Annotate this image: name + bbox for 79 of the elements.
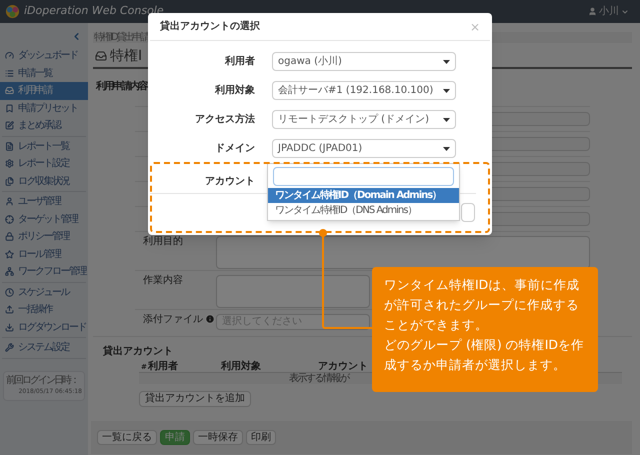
- caret-icon: [621, 8, 629, 16]
- bookmark-icon: [5, 104, 14, 113]
- user-menu[interactable]: 小川: [588, 4, 635, 19]
- sidebar-item[interactable]: レポート一覧: [0, 138, 88, 155]
- upload-icon: [5, 305, 14, 314]
- text-area[interactable]: [216, 236, 590, 269]
- lock-icon: [5, 232, 14, 242]
- inbox-icon: [5, 86, 14, 96]
- user-icon: [588, 7, 597, 16]
- hierarchy-icon: [5, 267, 14, 276]
- select-field[interactable]: 会計サーバ#1 (192.168.10.100): [272, 81, 456, 100]
- sidebar-item[interactable]: まとめ承認: [0, 117, 88, 134]
- accounts-title: 貸出アカウント: [103, 344, 173, 359]
- caret-icon: [443, 118, 450, 122]
- inbox-icon: [95, 50, 107, 62]
- field-label: ドメイン: [214, 142, 255, 156]
- sidebar-item[interactable]: 一括操作: [0, 301, 88, 318]
- sidebar-item[interactable]: スケジュール: [0, 284, 88, 301]
- gauge-icon: [5, 51, 14, 60]
- sidebar-item[interactable]: 申請プリセット: [0, 100, 88, 117]
- text-area[interactable]: [216, 275, 370, 308]
- form-label: 添付ファイル: [143, 314, 203, 326]
- clock-icon: [5, 288, 14, 297]
- sidebar-item[interactable]: ポリシー管理: [0, 228, 88, 246]
- sidebar-item[interactable]: ターゲット管理: [0, 210, 88, 228]
- field-label: アクセス方法: [194, 112, 255, 127]
- caret-icon: [443, 60, 450, 64]
- caret-icon: [443, 146, 450, 150]
- sidebar-item[interactable]: ログダウンロード: [0, 318, 88, 336]
- logo-icon: [5, 4, 20, 19]
- sidebar-item[interactable]: 申請一覧: [0, 64, 88, 82]
- modal-title: 貸出アカウントの選択: [160, 19, 260, 34]
- column-header: 利用者: [148, 362, 179, 372]
- sidebar-item[interactable]: レポート設定: [0, 155, 88, 172]
- crosshair-icon: [5, 214, 14, 224]
- callout-text: ワンタイム特権IDは、事前に作成が許可されたグループに作成することができます。: [384, 276, 580, 334]
- select-field[interactable]: リモートデスクトップ (ドメイン): [272, 110, 456, 129]
- wrench-icon: [5, 343, 14, 352]
- page-title: 特権I: [110, 46, 142, 66]
- footer-button[interactable]: 印刷: [246, 430, 276, 445]
- sidebar-item[interactable]: ダッシュボード: [0, 47, 88, 64]
- column-header: アカウント: [318, 362, 368, 372]
- sidebar-item[interactable]: システム設定: [0, 339, 88, 356]
- gear-icon: [5, 159, 14, 168]
- document-icon: [5, 142, 14, 151]
- caret-icon: [443, 88, 450, 92]
- select-field[interactable]: ogawa (小川): [272, 52, 456, 71]
- footer-button[interactable]: [461, 203, 475, 222]
- empty-table-message: 表示する情報が: [289, 374, 348, 384]
- footer-button[interactable]: 一覧に戻る: [97, 430, 157, 445]
- field-label: 利用対象: [214, 83, 255, 98]
- star-icon: [5, 250, 14, 259]
- footer-button[interactable]: 一時保存: [193, 430, 243, 445]
- files-icon: [5, 176, 14, 186]
- info-icon: [205, 314, 215, 324]
- select-field[interactable]: JPADDC (JPAD01): [272, 139, 456, 158]
- download-icon: [5, 322, 14, 332]
- sidebar-item[interactable]: ロール管理: [0, 246, 88, 263]
- dropdown-option[interactable]: ワンタイム特権ID（DNS Admins）: [268, 203, 459, 218]
- add-account-button[interactable]: 貸出アカウントを追加: [139, 391, 251, 407]
- close-button[interactable]: ×: [470, 20, 480, 32]
- dropdown-search-field[interactable]: [273, 167, 454, 186]
- submit-button[interactable]: 申請: [160, 430, 190, 445]
- last-login-label: 前回ログイン日時：: [6, 374, 79, 386]
- list-icon: [5, 68, 14, 78]
- field-label: 利用者: [224, 54, 255, 69]
- sidebar-item[interactable]: ログ収集状況: [0, 172, 88, 190]
- sidebar-item[interactable]: 利用申請: [0, 82, 88, 100]
- form-label: 利用目的: [143, 236, 183, 248]
- column-header: 利用対象: [221, 362, 262, 372]
- section-title: 利用申請内容: [96, 79, 147, 94]
- sidebar-item[interactable]: ユーザ管理: [0, 193, 88, 210]
- pencil-square-icon: [5, 121, 14, 130]
- user-icon: [5, 197, 14, 206]
- field-label: アカウント: [204, 175, 255, 189]
- dropdown-option[interactable]: ワンタイム特権ID（Domain Admins）: [268, 188, 459, 203]
- callout-text: どのグループ (権限) の特権IDを作成するか申請者が選択します。: [384, 336, 586, 374]
- sidebar-item[interactable]: ワークフロー管理: [0, 263, 88, 280]
- form-label: 作業内容: [143, 275, 183, 287]
